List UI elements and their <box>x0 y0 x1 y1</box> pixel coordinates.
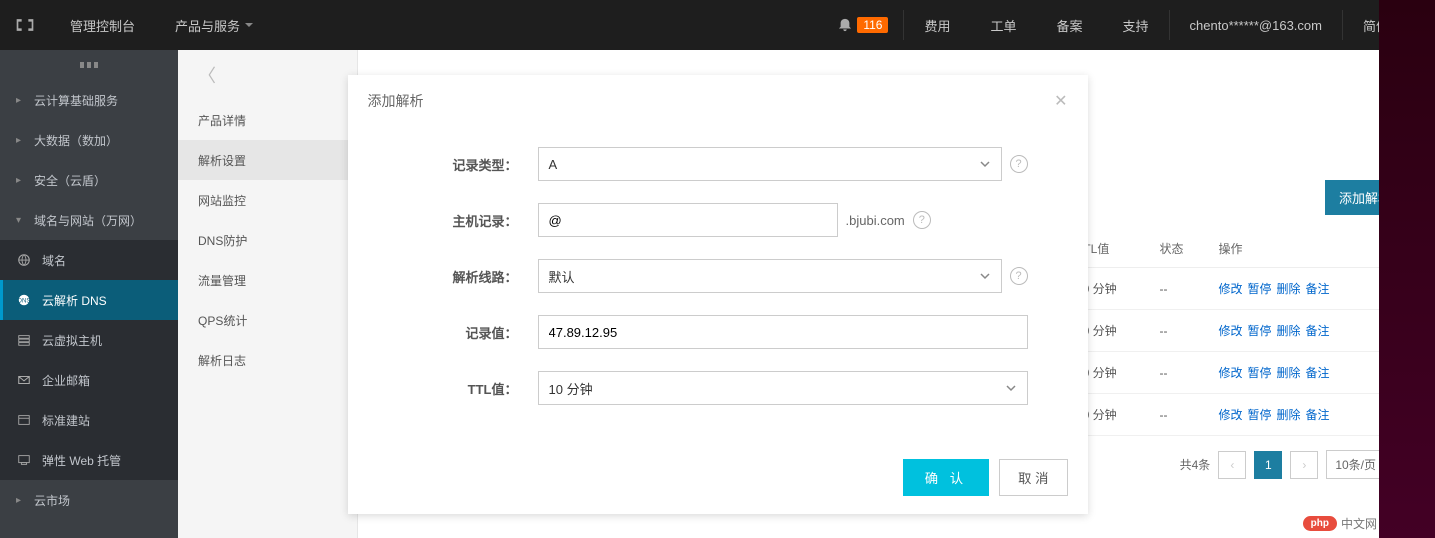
logo-icon <box>15 17 35 33</box>
select-ttl[interactable]: 10 分钟 <box>538 371 1028 405</box>
notification-count: 116 <box>857 17 888 33</box>
nav-console[interactable]: 管理控制台 <box>50 0 155 50</box>
select-record-type[interactable]: A <box>538 147 1002 181</box>
nav-products-label: 产品与服务 <box>175 16 240 35</box>
label-value: 记录值： <box>388 323 538 342</box>
label-ttl: TTL值： <box>388 379 538 398</box>
select-line[interactable]: 默认 <box>538 259 1002 293</box>
domain-suffix: .bjubi.com <box>846 213 905 228</box>
watermark: php 中文网 <box>1303 515 1377 532</box>
label-host: 主机记录： <box>388 211 538 230</box>
nav-billing[interactable]: 费用 <box>904 0 970 50</box>
chevron-down-icon <box>979 158 991 170</box>
close-icon[interactable]: ✕ <box>1054 91 1067 111</box>
watermark-text: 中文网 <box>1341 515 1377 532</box>
confirm-button[interactable]: 确 认 <box>903 459 989 496</box>
help-icon[interactable]: ? <box>1010 155 1028 173</box>
cancel-button[interactable]: 取 消 <box>999 459 1067 496</box>
caret-down-icon <box>245 23 253 27</box>
help-icon[interactable]: ? <box>913 211 931 229</box>
modal-title: 添加解析 <box>368 91 424 111</box>
bell-icon <box>838 18 852 32</box>
input-value[interactable] <box>538 315 1028 349</box>
nav-support[interactable]: 支持 <box>1103 0 1169 50</box>
nav-products[interactable]: 产品与服务 <box>155 0 273 50</box>
nav-icp[interactable]: 备案 <box>1037 0 1103 50</box>
chevron-down-icon <box>979 270 991 282</box>
modal-overlay: 添加解析 ✕ 记录类型： A ? 主机记录： .bjubi.com <box>0 50 1435 538</box>
modal: 添加解析 ✕ 记录类型： A ? 主机记录： .bjubi.com <box>348 75 1088 514</box>
notification-bell[interactable]: 116 <box>823 17 903 33</box>
input-host[interactable] <box>538 203 838 237</box>
chevron-down-icon <box>1005 382 1017 394</box>
label-line: 解析线路： <box>388 267 538 286</box>
label-record-type: 记录类型： <box>388 155 538 174</box>
nav-user[interactable]: chento******@163.com <box>1170 0 1342 50</box>
top-header: 管理控制台 产品与服务 116 费用 工单 备案 支持 chento******… <box>0 0 1435 50</box>
nav-tickets[interactable]: 工单 <box>970 0 1036 50</box>
watermark-badge: php <box>1303 516 1337 531</box>
help-icon[interactable]: ? <box>1010 267 1028 285</box>
logo[interactable] <box>0 0 50 50</box>
